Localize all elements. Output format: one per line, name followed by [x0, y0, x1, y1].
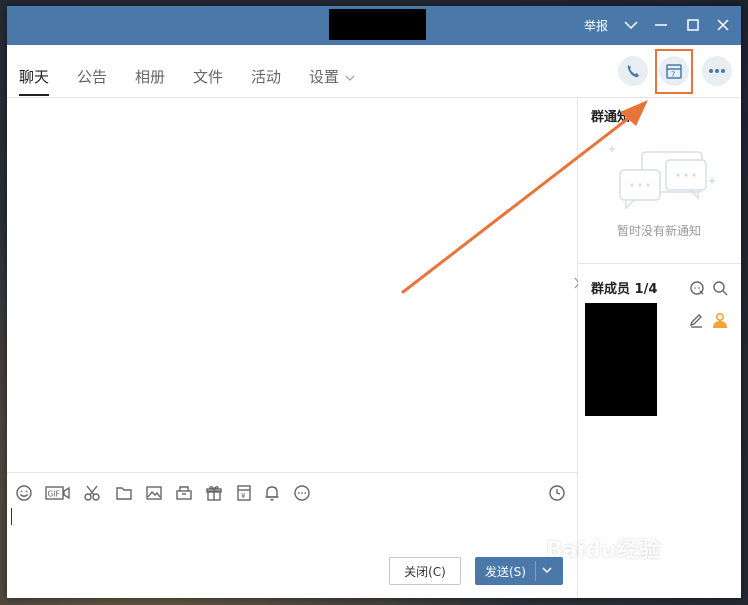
phone-call-button[interactable]	[618, 56, 648, 86]
more-icon	[709, 69, 725, 73]
chat-window: 举报 聊天 公告 相册 文件 活动 设置 7 GIF ¥ 关闭(C) 发送(S)…	[7, 6, 741, 598]
gif-icon[interactable]: GIF	[45, 482, 71, 504]
watermark: Baidu经验 jingyan.baidu.com	[546, 532, 680, 583]
tab-activity[interactable]: 活动	[251, 66, 281, 96]
gift-box-icon[interactable]	[173, 482, 195, 504]
tab-chat[interactable]: 聊天	[19, 66, 50, 96]
image-icon[interactable]	[143, 482, 165, 504]
scissors-icon[interactable]	[81, 482, 103, 504]
send-button-label: 发送(S)	[485, 565, 526, 579]
red-envelope-icon[interactable]: ¥	[233, 482, 255, 504]
text-cursor[interactable]	[11, 508, 12, 525]
chevron-down-icon	[345, 68, 355, 86]
report-link[interactable]: 举报	[584, 17, 608, 34]
title-bar: 举报	[7, 6, 741, 45]
gif-label: GIF	[48, 490, 60, 499]
highlight-box	[655, 49, 693, 94]
minimize-icon[interactable]	[650, 14, 672, 36]
more-icon[interactable]	[291, 482, 313, 504]
members-title: 群成员 1/4	[591, 282, 658, 297]
bell-icon[interactable]	[261, 482, 283, 504]
watermark-brand: Baidu经验	[546, 538, 661, 563]
message-area	[7, 98, 577, 472]
tab-announcement[interactable]: 公告	[77, 66, 107, 96]
send-options-chevron-icon[interactable]	[541, 564, 553, 579]
group-owner-icon	[711, 311, 729, 333]
clock-icon[interactable]	[546, 482, 568, 504]
redacted-group-name	[329, 9, 426, 40]
tab-settings[interactable]: 设置	[309, 66, 355, 96]
present-icon[interactable]	[203, 482, 225, 504]
group-sidebar: 群通知 暂时没有新通知 群成员 1/4	[578, 98, 741, 598]
input-toolbar: GIF ¥	[7, 480, 577, 506]
watermark-url: jingyan.baidu.com	[578, 570, 680, 583]
divider	[535, 561, 536, 581]
empty-notice-illustration-icon	[609, 146, 715, 210]
divider	[7, 472, 577, 473]
tab-album[interactable]: 相册	[135, 66, 165, 96]
member-settings-icon[interactable]	[689, 280, 705, 300]
svg-text:¥: ¥	[241, 492, 246, 500]
search-icon[interactable]	[712, 280, 728, 300]
emoji-icon[interactable]	[13, 482, 35, 504]
maximize-icon[interactable]	[682, 14, 704, 36]
close-icon[interactable]	[712, 14, 734, 36]
tab-files[interactable]: 文件	[193, 66, 223, 96]
dropdown-chevron-icon[interactable]	[620, 14, 642, 36]
edit-icon[interactable]	[688, 312, 704, 332]
empty-notice-text: 暂时没有新通知	[617, 224, 702, 238]
member-avatar-redacted[interactable]	[585, 303, 657, 416]
divider	[578, 263, 741, 264]
phone-icon	[627, 65, 639, 78]
notice-title: 群通知	[591, 110, 631, 125]
tab-settings-label: 设置	[309, 68, 340, 86]
folder-icon[interactable]	[113, 482, 135, 504]
close-button[interactable]: 关闭(C)	[389, 557, 461, 585]
more-options-button[interactable]	[702, 56, 732, 86]
